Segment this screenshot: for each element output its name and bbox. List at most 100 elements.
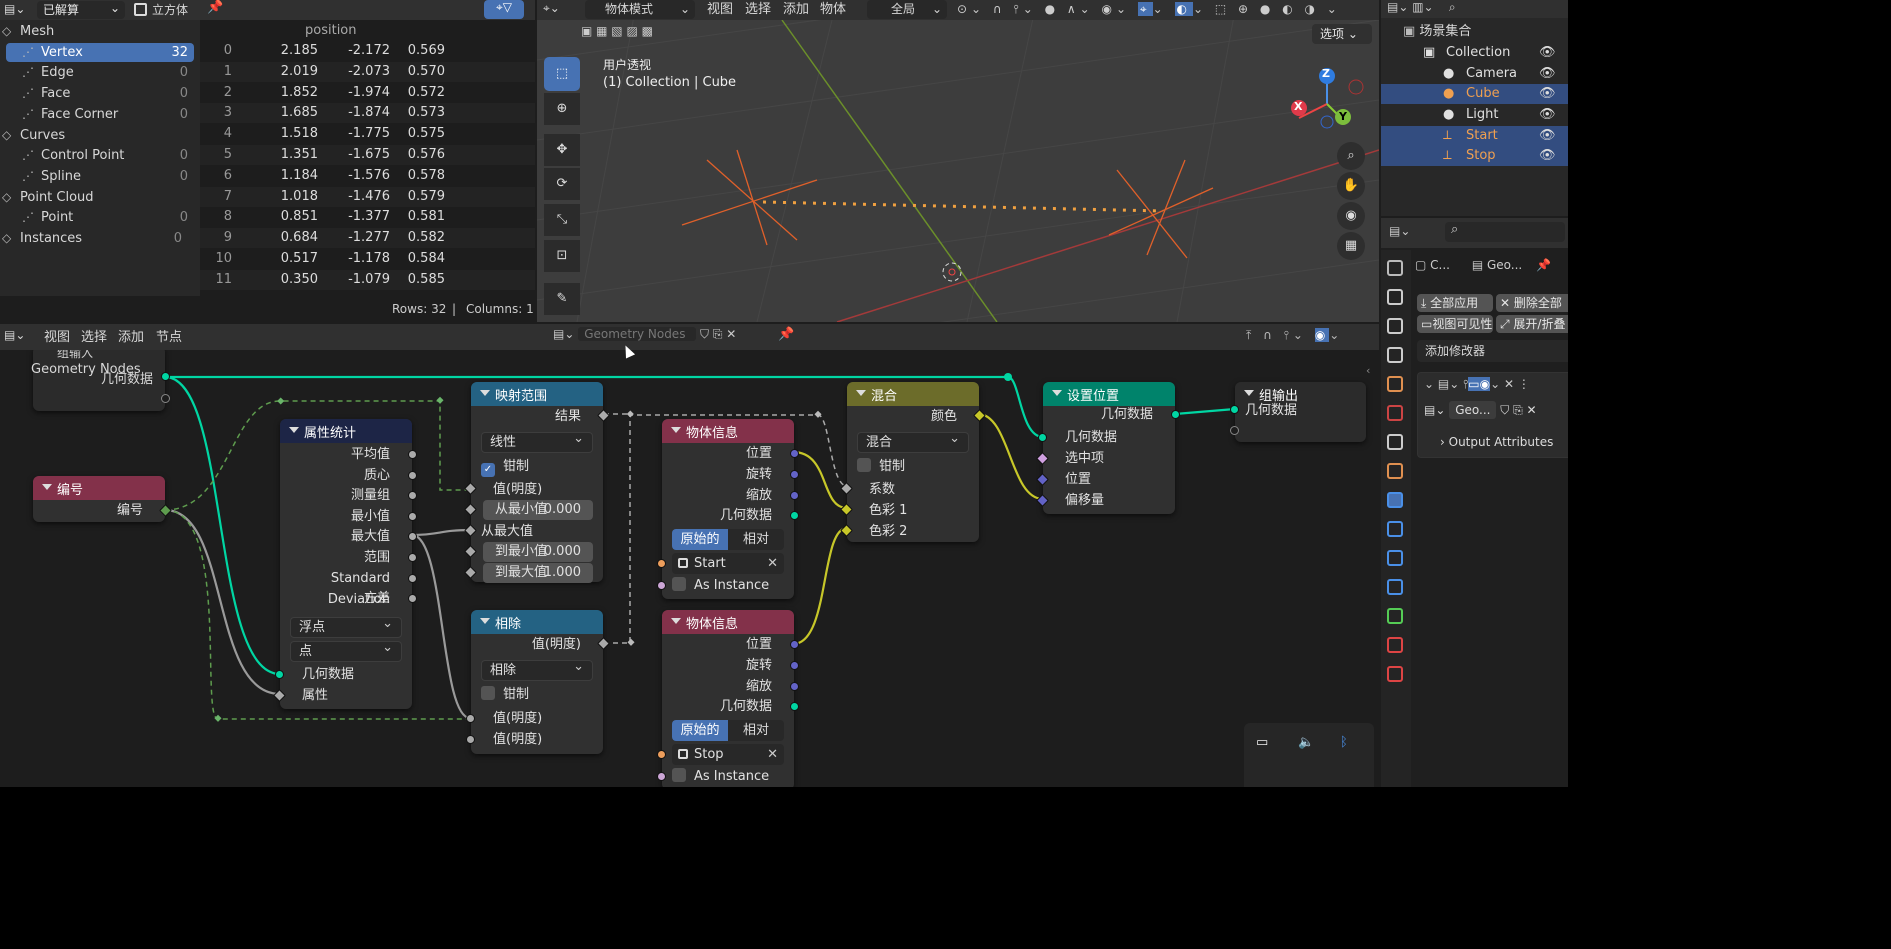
node-editor-type-icon[interactable]: ▤⌄ — [4, 328, 25, 342]
properties-search-icon[interactable]: ⌕ — [1445, 222, 1565, 242]
as-instance-socket[interactable] — [657, 772, 666, 781]
group-input-node[interactable]: 组输入 Geometry Nodes 几何数据 — [31, 346, 170, 411]
battery-icon[interactable]: ▭ — [1256, 735, 1268, 750]
attr-stats-out-socket[interactable] — [408, 450, 417, 459]
divide-in2-socket[interactable] — [466, 735, 475, 744]
group-output-node[interactable]: 组输出 几何数据 — [1230, 382, 1366, 442]
node-menu-add[interactable]: 添加 — [118, 328, 144, 348]
outliner-scene[interactable]: ▣ 场景集合 — [1403, 22, 1471, 42]
mix-clamp-checkbox[interactable]: 钳制 — [847, 456, 979, 477]
attr-stats-out-socket[interactable] — [408, 573, 417, 583]
select-mode-group[interactable]: ▣ ▦ ▧ ▨ ▩ — [581, 24, 681, 44]
visibility-eye-icon[interactable]: 👁 — [1539, 105, 1556, 125]
object-tab-icon[interactable] — [1387, 463, 1403, 479]
set-pos-out-socket[interactable] — [1171, 410, 1180, 419]
set-position-node[interactable]: 设置位置 几何数据 几何数据 选中项 位置 偏移量 — [1036, 382, 1180, 514]
outliner-item-collection[interactable]: ▣ Collection 👁 — [1381, 43, 1568, 63]
object-in-socket[interactable] — [657, 559, 666, 568]
visibility-eye-icon[interactable]: 👁 — [1539, 126, 1556, 146]
attribute-statistic-node[interactable]: 属性统计 平均值 质心 测量组 最小值 最大值 范围 Standard Deviation 方… — [273, 419, 417, 709]
object-field[interactable]: Start ✕ — [672, 553, 784, 574]
pin-props-icon[interactable]: 📌 — [1536, 258, 1551, 272]
menu-select[interactable]: 选择 — [745, 0, 771, 20]
tool-annotate[interactable]: ✎ — [544, 283, 580, 315]
tree-item-edge[interactable]: ⋰ Edge 0 — [6, 63, 194, 82]
from-min-field[interactable]: 从最小值 0.000 — [483, 500, 593, 520]
node-menu-select[interactable]: 选择 — [81, 328, 107, 348]
object-info-out-socket[interactable] — [790, 490, 799, 500]
group-out-geo-socket[interactable] — [1230, 405, 1239, 414]
attr-stats-out-socket[interactable] — [408, 511, 417, 521]
mix-node[interactable]: 混合 颜色 混合 钳制 系数 色彩 1 色彩 2 — [840, 382, 986, 542]
object-info-start-node[interactable]: 物体信息 位置 旋转 缩放 几何数据 原始的 相对 Start ✕ As Instance — [657, 419, 799, 599]
tree-item-mesh[interactable]: ◇ Mesh — [0, 22, 188, 41]
object-info-out-socket[interactable] — [790, 449, 799, 458]
header-tool-icons[interactable]: ⊙⌄ ∩ ⫯⌄ ● ∧⌄ ◉⌄ ⌖ ⌄ ◐ ⌄ ⬚ ⊕ ● ◐ ◑ ⌄ — [957, 0, 1377, 19]
data-tab-icon[interactable] — [1387, 608, 1403, 624]
original-option[interactable]: 原始的 — [672, 720, 728, 741]
tool-select-box[interactable]: ⬚ — [544, 57, 580, 91]
domain-dropdown[interactable]: 点 — [290, 638, 402, 662]
material-tab-icon[interactable] — [1387, 637, 1403, 653]
tree-item-vertex[interactable]: ⋰ Vertex 32 — [6, 42, 194, 62]
object-info-stop-node[interactable]: 物体信息 位置 旋转 缩放 几何数据 原始的 相对 Stop ✕ As Instance — [657, 610, 799, 787]
mode-dropdown[interactable]: 物体模式 ⌄ — [585, 0, 695, 19]
outliner-search-icon[interactable]: ⌕ — [1449, 0, 1456, 14]
node-header-right-icons[interactable]: ⤒ ∩ ⫯⌄ ◉⌄ — [1246, 328, 1343, 343]
operation-dropdown[interactable]: 相除 — [481, 657, 593, 681]
visibility-eye-icon[interactable]: 👁 — [1539, 64, 1556, 84]
apply-all-button[interactable]: ⤓ 全部应用 — [1417, 294, 1493, 312]
visibility-eye-icon[interactable]: 👁 — [1539, 146, 1556, 166]
as-instance-checkbox[interactable]: As Instance — [662, 766, 794, 787]
tree-item-point-cloud[interactable]: ◇ Point Cloud — [0, 188, 188, 207]
output-tab-icon[interactable] — [1387, 318, 1403, 334]
orientation-dropdown[interactable]: 全局 ⌄ — [867, 0, 947, 19]
view-layer-tab-icon[interactable] — [1387, 347, 1403, 363]
delete-all-button[interactable]: ✕ 删除全部 — [1496, 294, 1568, 312]
tree-item-point[interactable]: ⋰ Point 0 — [6, 208, 194, 227]
collection-tab-icon[interactable] — [1387, 434, 1403, 450]
to-min-field[interactable]: 到最小值 0.000 — [483, 542, 593, 562]
menu-object[interactable]: 物体 — [820, 0, 846, 20]
tree-item-spline[interactable]: ⋰ Spline 0 — [6, 167, 194, 186]
viewport-editor-icon[interactable]: ⌖⌄ — [543, 1, 560, 16]
geometry-socket[interactable] — [161, 372, 170, 381]
attr-stats-out-socket[interactable] — [408, 553, 417, 562]
group-out-empty-socket[interactable] — [1230, 426, 1239, 435]
transform-space-toggle[interactable]: 原始的 相对 — [672, 720, 784, 741]
evaluation-dropdown[interactable]: 已解算 ⌄ — [37, 1, 125, 19]
physics-tab-icon[interactable] — [1387, 550, 1403, 566]
modifier-header-icons[interactable]: ⌄ ▤⌄ ⫯▭◉⌄ ✕ ⋮ — [1424, 377, 1530, 392]
to-max-field[interactable]: 到最大值 1.000 — [483, 563, 593, 583]
type-dropdown[interactable]: 浮点 — [290, 614, 402, 638]
sidebar-toggle-icon[interactable]: ‹ — [1366, 364, 1370, 377]
interp-dropdown[interactable]: 线性 — [481, 429, 593, 453]
attr-stats-in-socket[interactable] — [275, 670, 284, 679]
viewport-3d[interactable]: 用户透视 (1) Collection | Cube ⬚ ⊕ ✥ ⟳ ⤡ ⊡ ✎… — [537, 0, 1379, 322]
tree-item-curves[interactable]: ◇ Curves — [0, 126, 188, 145]
outliner-item-stop[interactable]: ⟂ Stop 👁 — [1381, 146, 1568, 166]
node-editor[interactable]: 组输入 Geometry Nodes 几何数据 编号 编号 属性统计 平均值 质心… — [0, 324, 1379, 787]
as-instance-checkbox[interactable]: As Instance — [662, 575, 794, 596]
editor-type-icon[interactable]: ▤⌄ — [4, 2, 32, 18]
relative-option[interactable]: 相对 — [728, 720, 784, 741]
tree-item-control-point[interactable]: ⋰ Control Point 0 — [6, 146, 194, 165]
particles-tab-icon[interactable] — [1387, 521, 1403, 537]
outliner-item-cube[interactable]: ● Cube 👁 — [1381, 84, 1568, 104]
zoom-icon[interactable]: ⌕ — [1337, 142, 1365, 170]
object-info-out-socket[interactable] — [790, 640, 799, 649]
outliner-item-light[interactable]: ● Light 👁 — [1381, 105, 1568, 125]
tree-item-face-corner[interactable]: ⋰ Face Corner 0 — [6, 105, 194, 124]
object-info-out-socket[interactable] — [790, 681, 799, 691]
clamp-checkbox[interactable]: ✓ 钳制 — [471, 456, 603, 477]
clear-object-icon[interactable]: ✕ — [767, 553, 778, 574]
menu-add[interactable]: 添加 — [783, 0, 809, 20]
relative-option[interactable]: 相对 — [728, 529, 784, 550]
visibility-eye-icon[interactable]: 👁 — [1539, 43, 1556, 63]
set-pos-geo-socket[interactable] — [1038, 433, 1047, 442]
node-group-selector[interactable]: ▤⌄ Geo... ⛉ ⎘ ✕ — [1424, 401, 1568, 425]
options-dropdown[interactable]: 选项 ⌄ — [1312, 24, 1372, 44]
properties-editor-icon[interactable]: ▤⌄ — [1389, 224, 1410, 238]
tree-item-face[interactable]: ⋰ Face 0 — [6, 84, 194, 103]
map-range-node[interactable]: 映射范围 结果 线性 ✓钳制 值(明度) 从最小值0.000 从最大值 到最小值… — [464, 382, 610, 583]
